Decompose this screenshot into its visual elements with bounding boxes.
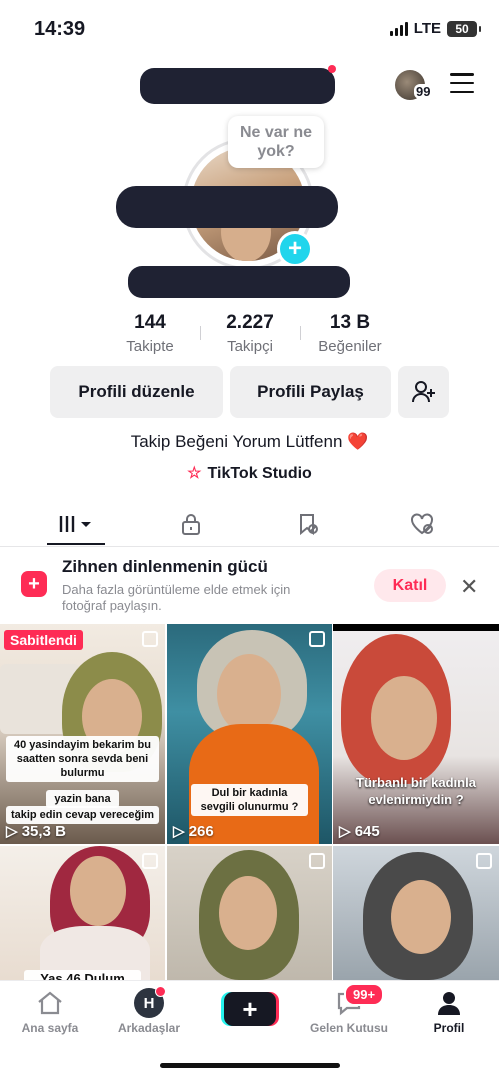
video-caption: Dul bir kadınla sevgili olunurmu ?	[191, 784, 308, 816]
nav-home-label: Ana sayfa	[21, 1021, 79, 1035]
nav-home[interactable]: Ana sayfa	[0, 989, 100, 1035]
stat-value: 13 B	[329, 312, 371, 333]
grid-icon	[59, 516, 91, 532]
close-icon[interactable]: ✕	[460, 574, 478, 600]
stat-label: Takipçi	[227, 338, 273, 355]
tab-saved[interactable]	[258, 502, 358, 546]
stat-followers[interactable]: 2.227 Takipçi	[200, 312, 300, 355]
add-friend-button[interactable]	[398, 366, 449, 418]
video-tile[interactable]: Sabitlendi 40 yasindayim bekarim bu saat…	[0, 624, 165, 844]
status-bar: 14:39 LTE 50	[0, 0, 499, 54]
heart-emoji: ❤️	[347, 432, 369, 451]
multi-photo-icon	[476, 853, 492, 869]
pinned-badge: Sabitlendi	[4, 630, 83, 650]
redacted-name	[116, 186, 338, 228]
stat-label: Beğeniler	[318, 338, 382, 355]
multi-photo-icon	[309, 853, 325, 869]
notification-dot	[328, 65, 336, 73]
nav-inbox-label: Gelen Kutusu	[309, 1021, 388, 1035]
video-tile[interactable]	[333, 846, 499, 980]
multi-photo-icon	[142, 631, 158, 647]
lock-icon	[182, 514, 200, 535]
view-count: ▷ 645	[339, 823, 380, 840]
promo-title: Zihnen dinlenmenin gücü	[62, 557, 268, 576]
friends-avatar: H	[134, 986, 166, 1018]
video-caption: Türbanlı bir kadınla evlenirmiydin ?	[356, 775, 476, 807]
video-tile[interactable]: Yas 46 Dulum	[0, 846, 165, 980]
stat-label: Takipte	[126, 338, 174, 355]
tab-liked[interactable]	[372, 502, 472, 546]
multi-photo-icon	[142, 853, 158, 869]
join-button[interactable]: Katıl	[374, 569, 446, 602]
add-post-icon: +	[21, 571, 47, 597]
video-tile[interactable]	[167, 846, 332, 980]
inbox-badge: 99+	[344, 983, 385, 1006]
home-icon	[38, 991, 62, 1015]
studio-label: TikTok Studio	[207, 465, 312, 482]
promo-description: Daha fazla görüntüleme elde etmek için f…	[62, 582, 291, 613]
video-caption: Yas 46 Dulum	[24, 970, 141, 980]
bookmark-hidden-icon	[300, 514, 318, 536]
video-tile[interactable]: Dul bir kadınla sevgili olunurmu ? ▷ 266	[167, 624, 332, 844]
redacted-handle	[128, 266, 350, 298]
active-tab-indicator	[47, 543, 105, 545]
status-indicators: LTE 50	[389, 20, 481, 37]
network-label: LTE	[413, 20, 441, 37]
status-bubble[interactable]: Ne var ne yok?	[228, 116, 324, 168]
create-button[interactable]: +	[224, 992, 276, 1026]
tab-videos[interactable]	[27, 502, 127, 546]
redacted-username	[140, 68, 335, 104]
status-time: 14:39	[34, 18, 86, 40]
account-avatar-count: 99	[414, 84, 433, 99]
share-profile-button[interactable]: Profili Paylaş	[230, 366, 391, 418]
nav-profile-label: Profil	[433, 1021, 465, 1035]
nav-friends[interactable]: H Arkadaşlar	[99, 986, 199, 1035]
video-tile[interactable]: Türbanlı bir kadınla evlenirmiydin ? ▷ 6…	[333, 624, 499, 844]
add-user-icon	[411, 381, 435, 403]
home-indicator	[160, 1063, 340, 1068]
profile-bio: Takip Beğeni Yorum Lütfenn ❤️	[0, 432, 499, 452]
bio-text: Takip Beğeni Yorum Lütfenn	[130, 432, 343, 451]
battery-icon: 50	[447, 20, 481, 37]
stat-following[interactable]: 144 Takipte	[100, 312, 200, 355]
nav-friends-label: Arkadaşlar	[117, 1021, 181, 1035]
tab-private[interactable]	[141, 502, 241, 546]
stat-likes[interactable]: 13 B Beğeniler	[300, 312, 400, 355]
studio-icon: ☆	[187, 465, 202, 482]
nav-profile[interactable]: Profil	[399, 989, 499, 1035]
view-count: ▷ 266	[173, 823, 214, 840]
stat-value: 2.227	[226, 312, 274, 333]
profile-icon	[438, 992, 460, 1015]
add-photo-icon[interactable]: +	[277, 231, 313, 267]
video-caption: 40 yasindayim bekarim bu saatten sonra s…	[6, 736, 159, 782]
stat-value: 144	[134, 312, 166, 333]
edit-profile-button[interactable]: Profili düzenle	[50, 366, 223, 418]
heart-hidden-icon	[411, 513, 433, 535]
multi-photo-icon	[309, 631, 325, 647]
tiktok-studio-link[interactable]: ☆ TikTok Studio	[0, 463, 499, 483]
profile-stats: 144 Takipte 2.227 Takipçi 13 B Beğeniler	[100, 312, 400, 355]
content-tabs	[0, 502, 499, 547]
view-count: ▷ 35,3 B	[6, 823, 66, 840]
signal-icon	[389, 21, 408, 36]
menu-icon[interactable]	[450, 73, 474, 93]
